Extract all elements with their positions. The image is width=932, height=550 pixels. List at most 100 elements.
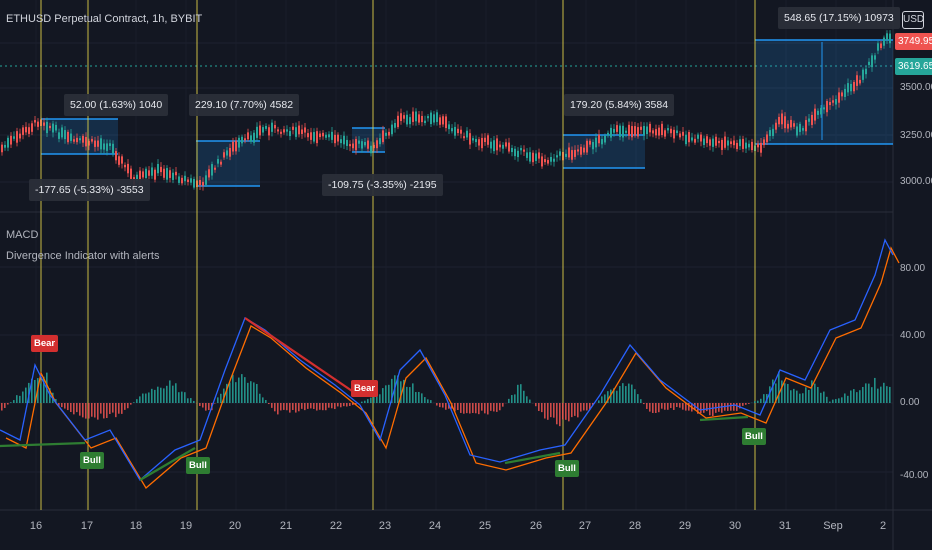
price-candle [442,116,444,125]
price-candle [274,125,276,129]
price-candle [7,137,9,148]
price-candle [556,155,558,158]
measure-label[interactable]: 52.00 (1.63%) 1040 [64,94,169,116]
price-candle [736,142,738,150]
macd-histogram-bar [748,403,750,404]
bull-signal: Bull [80,452,104,469]
macd-histogram-bar [412,383,414,403]
macd-histogram-bar [388,384,390,403]
price-tick: 3250.00 [900,130,932,141]
price-candle [43,122,45,126]
price-candle [529,152,531,162]
macd-histogram-bar [742,403,744,406]
price-candle [679,133,681,138]
price-candle [775,122,777,130]
macd-histogram-bar [190,398,192,403]
time-tick: 20 [228,520,242,532]
price-candle [778,116,780,125]
macd-histogram-bar [169,380,171,403]
measure-label[interactable]: 548.65 (17.15%) 10973 [778,7,900,29]
price-candle [118,156,120,165]
macd-histogram-bar [67,403,69,411]
price-candle [358,140,360,144]
price-candle [307,133,309,138]
price-candle [142,171,144,178]
price-candle [628,124,630,136]
macd-histogram-bar [274,403,276,412]
macd-histogram-bar [463,403,465,414]
macd-histogram-bar [22,391,24,403]
currency-button[interactable]: USD [902,11,924,29]
indicator-pane-label[interactable]: Divergence Indicator with alerts [6,250,159,262]
price-candle [367,140,369,149]
price-candle [862,69,864,80]
price-candle [850,83,852,92]
measure-label[interactable]: -177.65 (-5.33%) -3553 [29,179,150,201]
macd-histogram-bar [808,389,810,403]
measure-label[interactable]: 229.10 (7.70%) 4582 [189,94,300,116]
price-candle [889,33,891,44]
price-candle [559,151,561,156]
macd-histogram-bar [340,403,342,408]
macd-histogram-bar [643,403,645,405]
price-candle [604,135,606,143]
macd-histogram-bar [658,403,660,413]
macd-histogram-bar [667,403,669,410]
chart-canvas[interactable] [0,0,932,550]
price-candle [469,133,471,145]
macd-histogram-bar [760,398,762,403]
price-candle [226,150,228,156]
price-candle [613,128,615,133]
macd-histogram-bar [703,403,705,413]
price-candle [148,170,150,176]
price-candle [13,136,15,139]
price-candle [619,125,621,137]
macd-histogram-bar [814,383,816,403]
macd-histogram-bar [868,383,870,403]
price-candle [25,126,27,133]
price-candle [79,138,81,141]
macd-histogram-bar [187,398,189,403]
macd-histogram-bar [163,388,165,403]
price-candle [652,130,654,134]
macd-histogram-bar [712,403,714,417]
price-candle [379,138,381,145]
measure-label[interactable]: 179.20 (5.84%) 3584 [564,94,675,116]
macd-histogram-bar [499,403,501,411]
price-candle [466,130,468,138]
macd-pane-label[interactable]: MACD [6,229,38,241]
macd-histogram-bar [85,403,87,419]
chart-app[interactable]: ETHUSD Perpetual Contract, 1h, BYBIT USD… [0,0,932,550]
symbol-title[interactable]: ETHUSD Perpetual Contract, 1h, BYBIT [6,13,202,25]
macd-histogram-bar [172,385,174,403]
macd-histogram-bar [550,403,552,418]
price-candle [46,121,48,134]
price-candle [574,149,576,157]
time-tick: Sep [823,520,843,532]
macd-histogram-bar [205,403,207,411]
price-candle [235,140,237,152]
macd-histogram-bar [568,403,570,422]
macd-histogram-bar [184,392,186,403]
macd-histogram-bar [364,400,366,403]
macd-histogram-bar [577,403,579,418]
measure-label[interactable]: -109.75 (-3.35%) -2195 [322,174,443,196]
price-candle [73,139,75,142]
price-candle [103,143,105,150]
macd-histogram-bar [496,403,498,412]
price-candle [829,102,831,106]
price-candle [580,146,582,155]
price-candle [199,180,201,186]
price-candle [238,137,240,148]
macd-histogram-bar [727,403,729,411]
price-candle [445,116,447,129]
price-candle [793,123,795,127]
price-candle [202,181,204,186]
macd-histogram-bar [535,403,537,407]
macd-histogram-bar [490,403,492,411]
price-candle [94,140,96,147]
level-price-tag: 3619.65 [895,58,932,75]
macd-histogram-bar [847,395,849,403]
macd-histogram-bar [343,403,345,407]
macd-histogram-bar [121,403,123,414]
